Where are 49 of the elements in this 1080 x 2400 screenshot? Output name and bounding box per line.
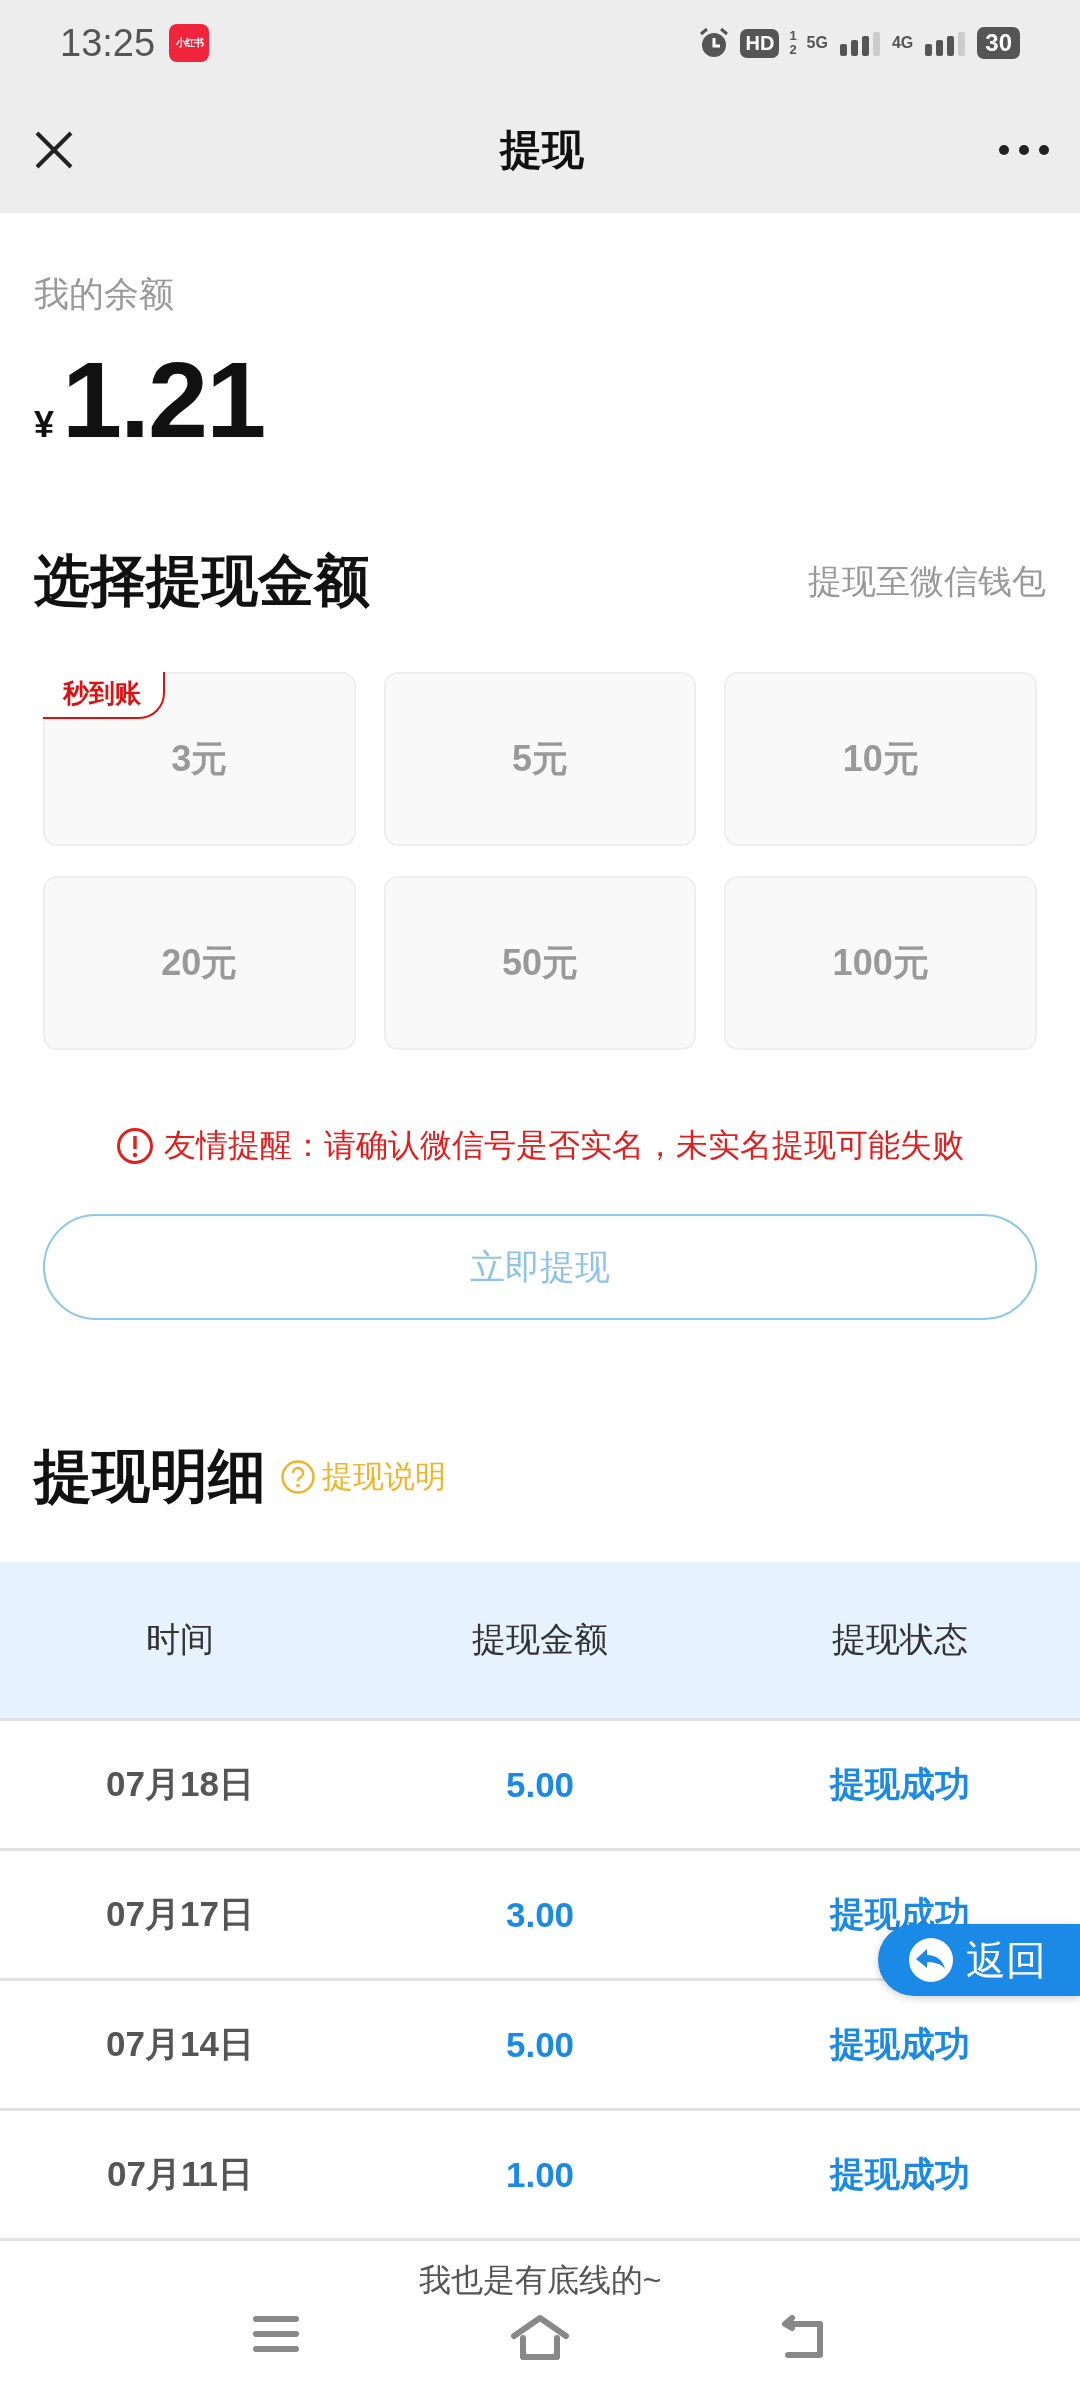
app-badge: 小红书 xyxy=(169,24,210,62)
table-cell-text: 1.00 xyxy=(504,2154,576,2195)
table-cell-text: 07月17日 xyxy=(105,1893,255,1935)
destination-label: 提现至微信钱包 xyxy=(808,561,1046,602)
balance-label: 我的余额 xyxy=(34,273,174,315)
table-cell-text: 5.00 xyxy=(504,1764,576,1805)
amount-option[interactable]: 3元 秒到账 xyxy=(43,672,356,846)
home-icon[interactable] xyxy=(510,2314,570,2360)
amount-option[interactable]: 5元 xyxy=(383,672,697,846)
column-header: 提现状态 xyxy=(831,1619,969,1660)
more-icon[interactable] xyxy=(998,143,1050,156)
amount-option[interactable]: 100元 xyxy=(724,876,1037,1050)
table-cell-text: 07月14日 xyxy=(105,2023,255,2065)
hd-indicator: HD xyxy=(740,28,780,58)
instant-tag: 秒到账 xyxy=(43,672,165,719)
close-icon[interactable] xyxy=(34,129,74,170)
warning-icon xyxy=(116,1127,154,1165)
table-cell-text: 5.00 xyxy=(504,2024,576,2065)
section-title: 选择提现金额 xyxy=(34,548,370,614)
battery-level: 30 xyxy=(977,27,1020,59)
menu-icon[interactable] xyxy=(252,2314,300,2354)
table-cell-text: 07月11日 xyxy=(106,2153,254,2195)
network-label: 4G xyxy=(891,35,914,51)
notice-text: 友情提醒：请确认微信号是否实名，未实名提现可能失败 xyxy=(164,1126,964,1165)
help-link[interactable]: 提现说明 xyxy=(280,1456,446,1498)
table-cell-text: 07月18日 xyxy=(105,1763,255,1805)
amount-option[interactable]: 10元 xyxy=(724,672,1037,846)
sim-label: 1 xyxy=(789,29,797,43)
page-title: 提现 xyxy=(498,124,585,175)
currency-symbol: ¥ xyxy=(34,404,55,446)
table-cell-text: 3.00 xyxy=(504,1894,576,1935)
table-cell-text: 提现成功 xyxy=(828,2153,971,2195)
signal-icon xyxy=(837,30,882,56)
signal-icon xyxy=(923,30,968,56)
amount-option[interactable]: 50元 xyxy=(383,876,697,1050)
alarm-icon xyxy=(698,27,731,59)
column-header: 提现金额 xyxy=(471,1619,609,1660)
balance-amount: 1.21 xyxy=(62,346,265,454)
end-of-list-text: 我也是有底线的~ xyxy=(418,2262,662,2298)
help-icon xyxy=(280,1459,316,1495)
amount-option[interactable]: 20元 xyxy=(43,876,356,1050)
table-cell-text: 提现成功 xyxy=(828,2023,971,2065)
sim-label: 2 xyxy=(789,43,797,57)
status-time: 13:25 xyxy=(60,21,156,65)
network-label: 5G xyxy=(806,35,828,51)
table-cell-text: 提现成功 xyxy=(828,1763,971,1805)
column-header: 时间 xyxy=(145,1619,215,1660)
section-title: 提现明细 xyxy=(34,1442,266,1510)
withdraw-button[interactable]: 立即提现 xyxy=(43,1214,1037,1320)
